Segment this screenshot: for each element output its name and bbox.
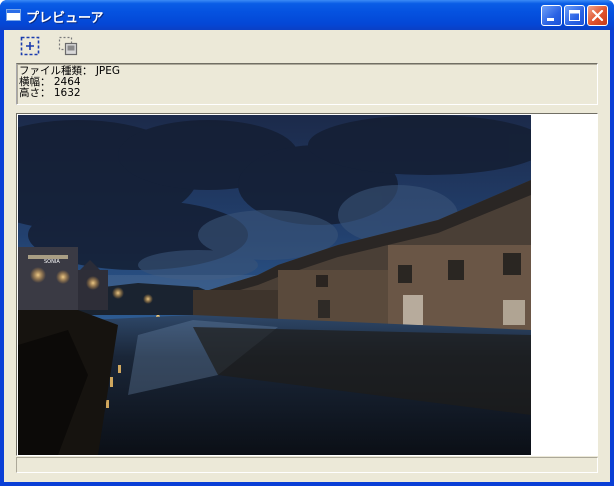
file-info-panel: ファイル種類： JPEG 横幅： 2464 高さ： 1632 bbox=[16, 63, 598, 105]
minimize-icon bbox=[547, 18, 554, 21]
close-button[interactable] bbox=[587, 5, 608, 26]
maximize-button[interactable] bbox=[564, 5, 585, 26]
window-icon bbox=[6, 9, 21, 21]
maximize-icon bbox=[569, 10, 580, 21]
building-sign: SONIA bbox=[44, 259, 60, 265]
select-area-button[interactable] bbox=[18, 34, 42, 58]
copy-button[interactable] bbox=[56, 34, 80, 58]
title-bar[interactable]: プレビューア bbox=[0, 0, 614, 30]
client-area: ファイル種類： JPEG 横幅： 2464 高さ： 1632 SONIA bbox=[4, 30, 610, 482]
copy-icon bbox=[58, 36, 78, 56]
select-rectangle-icon bbox=[20, 36, 40, 56]
window-title: プレビューア bbox=[26, 11, 104, 26]
image-height-label: 高さ： 1632 bbox=[19, 87, 81, 99]
image-preview-area[interactable]: SONIA bbox=[16, 113, 598, 456]
close-icon bbox=[591, 9, 604, 22]
preview-window: プレビューア ファイル種類： JPEG 横幅： 2464 高さ： 1632 SO… bbox=[0, 0, 614, 486]
preview-image: SONIA bbox=[18, 115, 531, 455]
minimize-button[interactable] bbox=[541, 5, 562, 26]
file-type-label: ファイル種類： JPEG bbox=[19, 65, 121, 77]
image-width-label: 横幅： 2464 bbox=[19, 76, 81, 88]
canal-photo: SONIA bbox=[18, 115, 531, 455]
status-bar bbox=[16, 457, 598, 473]
